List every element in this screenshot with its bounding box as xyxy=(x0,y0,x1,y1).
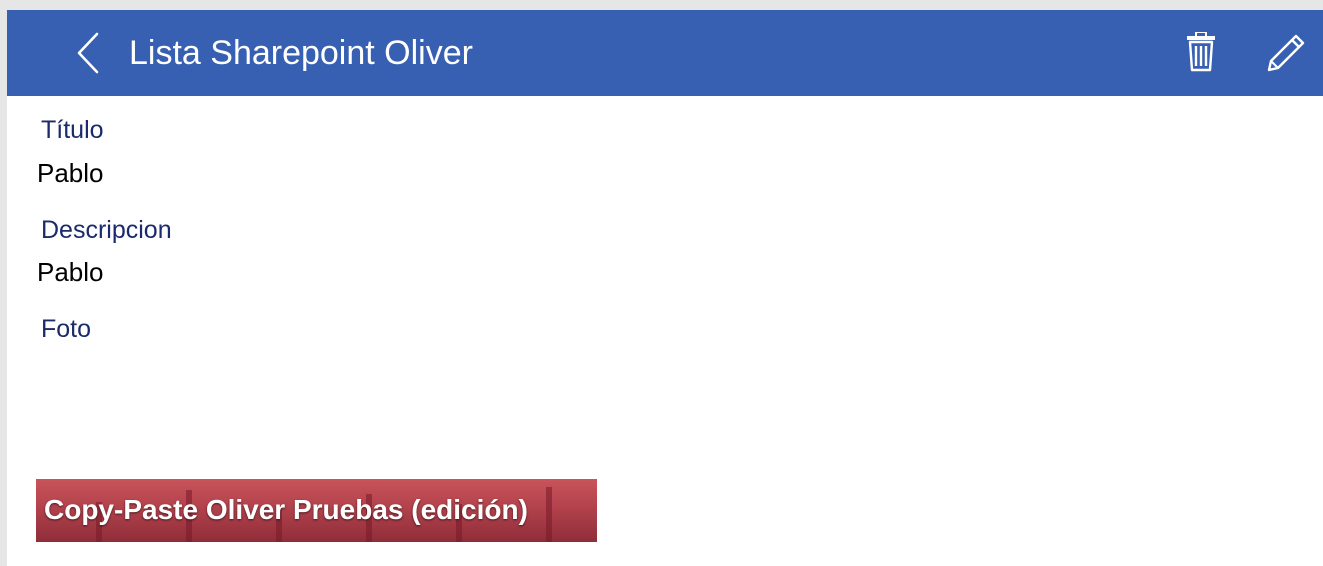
header-bar: Lista Sharepoint Oliver xyxy=(7,10,1323,96)
detail-screen: Lista Sharepoint Oliver Título Pablo Des… xyxy=(7,10,1323,566)
back-button[interactable] xyxy=(71,30,107,76)
field-label-foto: Foto xyxy=(41,315,92,343)
photo-image: Copy-Paste Oliver Pruebas (edición) xyxy=(36,479,597,542)
field-label-descripcion: Descripcion xyxy=(41,216,172,244)
pencil-icon xyxy=(1267,34,1305,72)
field-value-descripcion: Pablo xyxy=(37,257,104,287)
field-label-titulo: Título xyxy=(41,116,104,144)
trash-icon xyxy=(1187,31,1215,72)
chevron-left-icon xyxy=(77,32,99,74)
screen-title: Lista Sharepoint Oliver xyxy=(129,34,473,72)
edit-button[interactable] xyxy=(1265,32,1307,74)
photo-caption: Copy-Paste Oliver Pruebas (edición) xyxy=(44,494,528,525)
delete-button[interactable] xyxy=(1183,31,1219,72)
photo-decoration xyxy=(546,487,552,542)
field-value-titulo: Pablo xyxy=(37,158,104,188)
